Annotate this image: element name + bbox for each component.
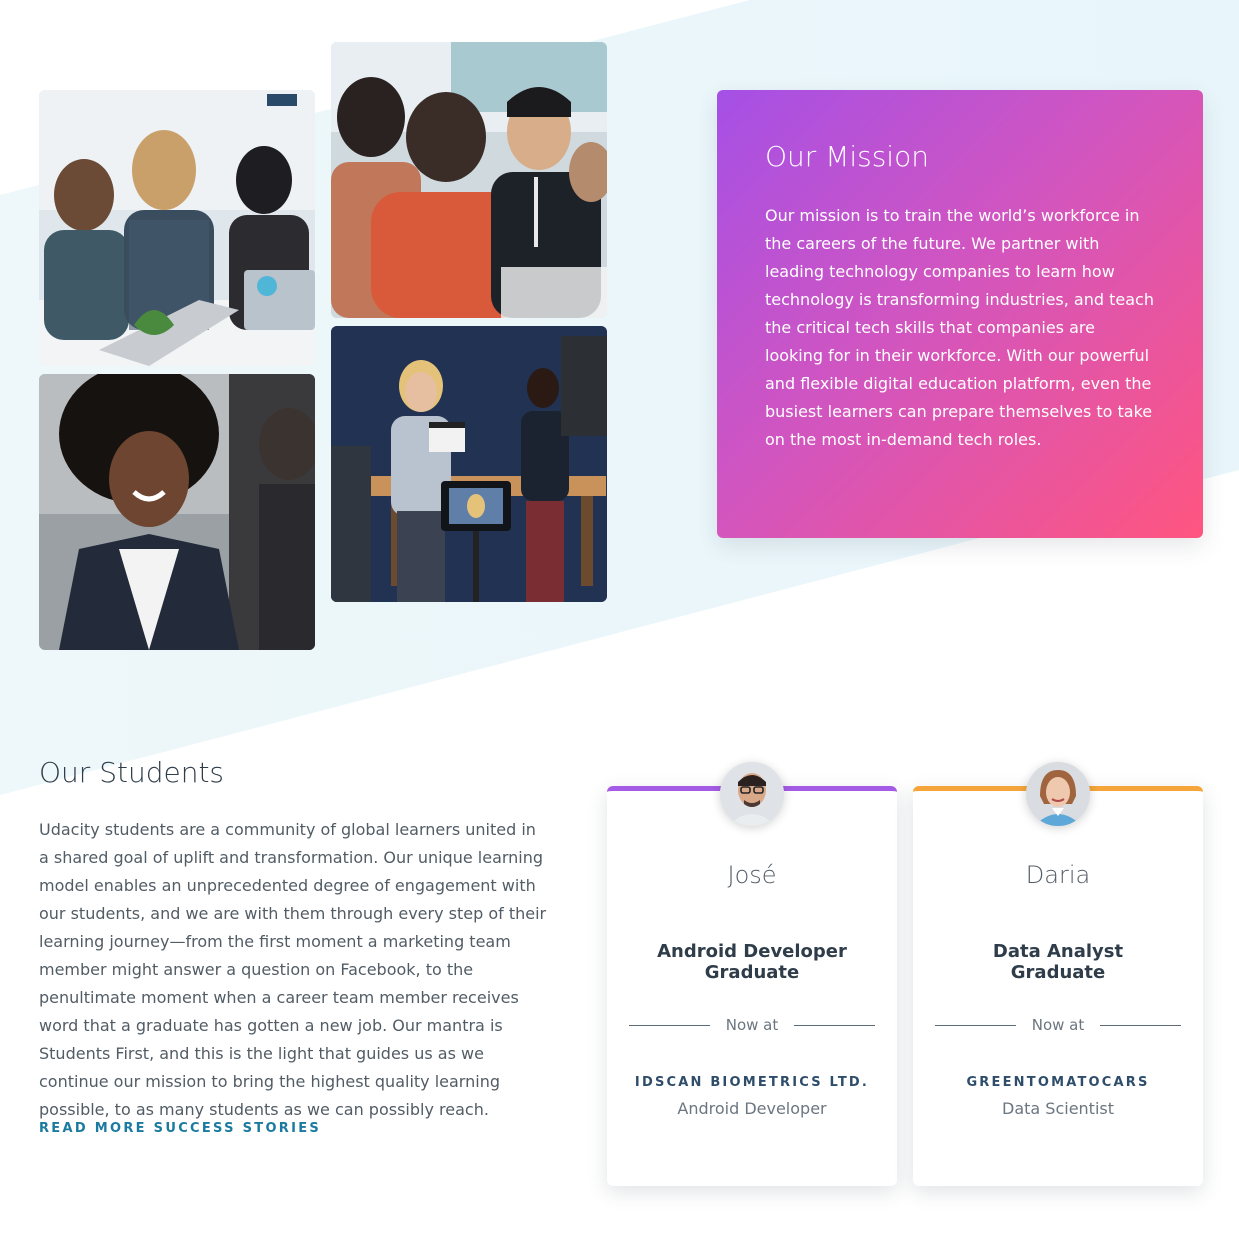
avatar-daria [1026, 762, 1090, 826]
mission-card: Our Mission Our mission is to train the … [717, 90, 1203, 538]
divider-line [629, 1024, 710, 1026]
student-company: IDSCAN BIOMETRICS LTD. [634, 1075, 870, 1090]
student-card-daria[interactable]: Daria Data Analyst Graduate Now at GREEN… [913, 762, 1203, 1186]
photo-students-at-laptops [39, 90, 315, 366]
mission-title: Our Mission [765, 140, 929, 173]
student-role: Android Developer [677, 1099, 827, 1118]
divider-line [935, 1024, 1016, 1026]
now-at-label: Now at [1031, 1016, 1085, 1034]
student-company: GREENTOMATOCARS [966, 1075, 1150, 1090]
students-title: Our Students [39, 756, 225, 789]
student-name: José [727, 861, 777, 889]
avatar-jose [720, 762, 784, 826]
photo-student-laughing [39, 374, 315, 650]
divider-line [1100, 1024, 1182, 1026]
student-program: Data Analyst Graduate [992, 941, 1124, 983]
student-card-jose[interactable]: José Android Developer Graduate Now at I… [607, 762, 897, 1186]
read-more-success-stories-link[interactable]: READ MORE SUCCESS STORIES [39, 1121, 321, 1136]
student-role: Data Scientist [1002, 1099, 1114, 1118]
photo-students-smiling [331, 42, 607, 318]
students-section: Our Students Udacity students are a comm… [39, 756, 549, 1124]
divider-line [794, 1024, 876, 1026]
student-program: Android Developer Graduate [657, 941, 847, 983]
now-at-label: Now at [725, 1016, 779, 1034]
students-body: Udacity students are a community of glob… [39, 820, 547, 1119]
student-name: Daria [1025, 861, 1091, 889]
photo-video-studio [331, 326, 607, 602]
mission-body: Our mission is to train the world’s work… [765, 206, 1154, 449]
now-at-divider: Now at [629, 1016, 876, 1034]
now-at-divider: Now at [935, 1016, 1182, 1034]
